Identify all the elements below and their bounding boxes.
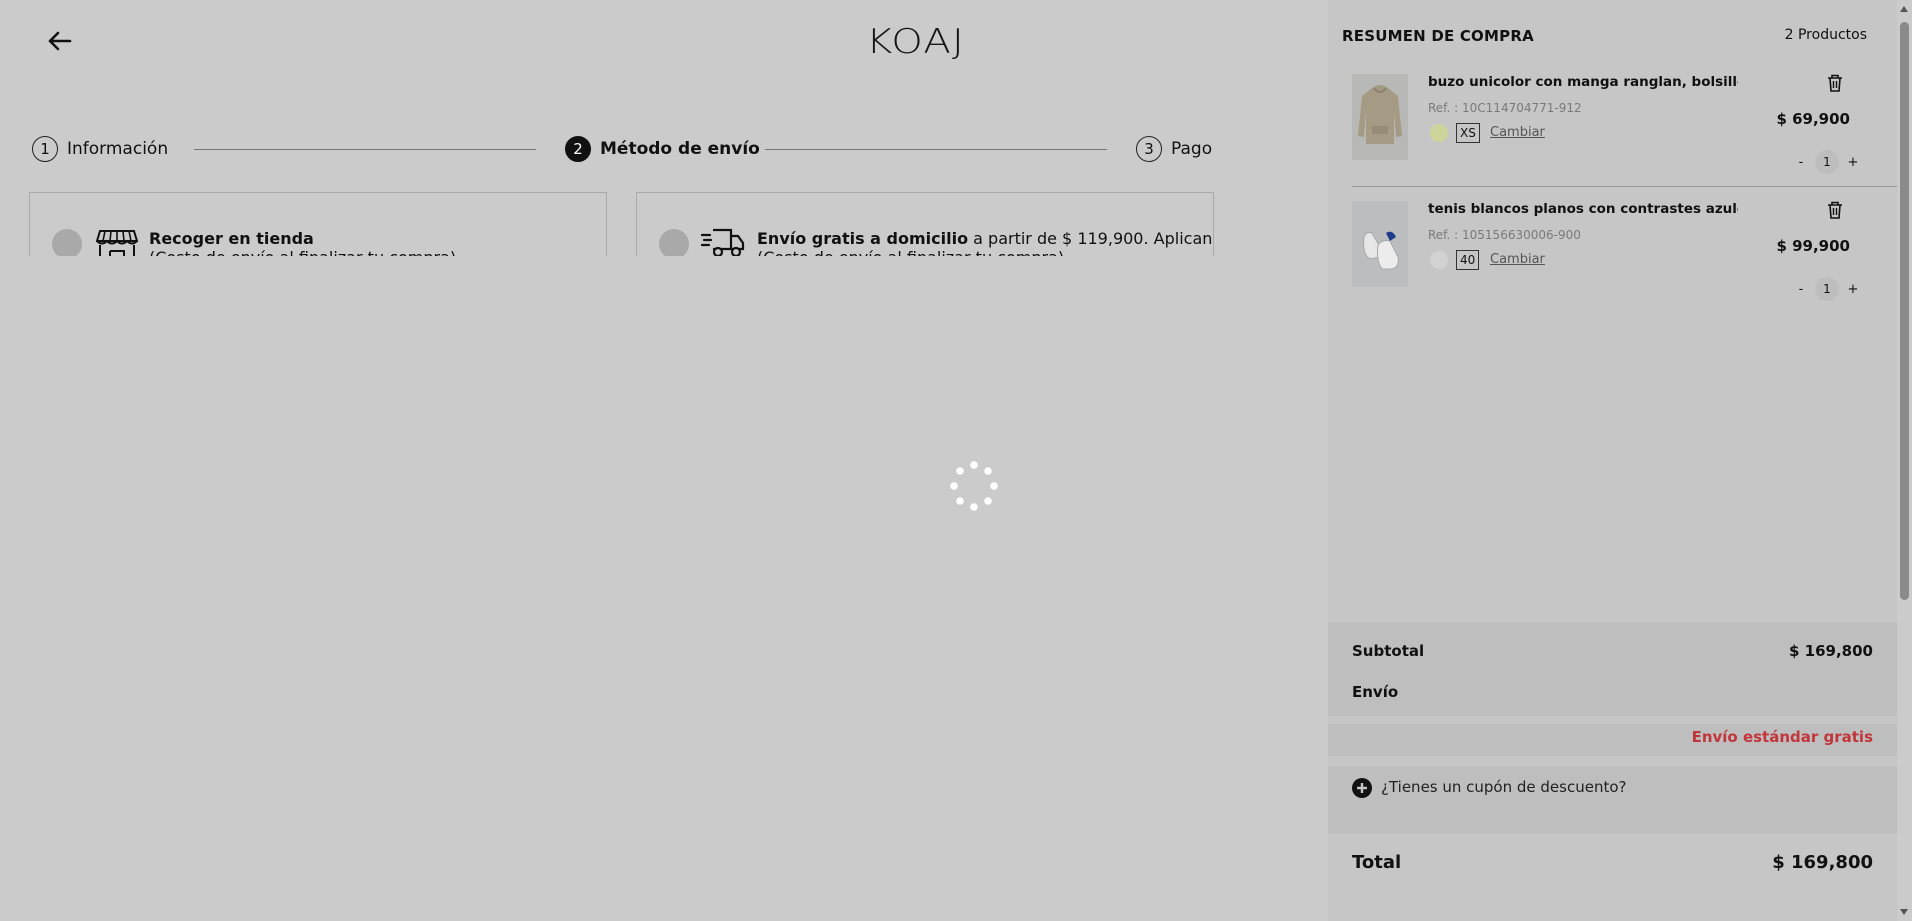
product-ref: Ref. : 10C114704771-912 (1428, 101, 1582, 115)
product-ref: Ref. : 105156630006-900 (1428, 228, 1581, 242)
loading-spinner-icon (950, 461, 998, 511)
option-note: (Costo de envío al finalizar tu compra) (757, 248, 1064, 256)
option-title: Envío gratis a domicilio (757, 229, 969, 248)
koaj-logo[interactable]: KOAJ (866, 22, 965, 62)
back-arrow-icon[interactable] (44, 28, 74, 54)
color-swatch (1430, 251, 1448, 269)
totals-block: Subtotal $ 169,800 Envío (1328, 622, 1897, 716)
step-information[interactable]: 1 Información (32, 136, 168, 162)
quantity-value: 1 (1815, 277, 1839, 301)
total-value: $ 169,800 (1772, 852, 1873, 873)
change-size-link[interactable]: Cambiar (1490, 125, 1545, 140)
decrease-qty-button[interactable]: - (1795, 155, 1807, 170)
step-payment[interactable]: 3 Pago (1136, 136, 1212, 162)
plus-circle-icon (1352, 778, 1372, 798)
increase-qty-button[interactable]: + (1847, 155, 1859, 170)
coupon-label: ¿Tienes un cupón de descuento? (1381, 778, 1627, 796)
step-label: Método de envío (600, 139, 760, 159)
hoodie-image[interactable] (1352, 74, 1408, 160)
product-name[interactable]: tenis blancos planos con contrastes azul… (1428, 201, 1738, 217)
step-label: Información (67, 139, 169, 159)
step-label: Pago (1171, 139, 1213, 159)
shipping-option-store-pickup[interactable]: Recoger en tienda (Costo de envío al fin… (29, 192, 607, 256)
change-size-link[interactable]: Cambiar (1490, 252, 1545, 267)
shipping-label: Envío (1352, 683, 1399, 701)
radio-button[interactable] (52, 229, 82, 256)
decrease-qty-button[interactable]: - (1795, 282, 1807, 297)
shipping-value-row: Envío estándar gratis (1328, 724, 1897, 756)
scrollbar[interactable] (1897, 0, 1912, 921)
option-note: (Costo de envío al finalizar tu compra) (149, 248, 456, 256)
item-divider (1352, 186, 1897, 187)
subtotal-row: Subtotal $ 169,800 (1352, 642, 1873, 660)
increase-qty-button[interactable]: + (1847, 282, 1859, 297)
delivery-truck-icon (701, 228, 745, 256)
shipping-row: Envío (1352, 683, 1873, 701)
scrollbar-thumb[interactable] (1900, 22, 1909, 600)
size-badge: 40 (1456, 250, 1480, 270)
quantity-value: 1 (1815, 150, 1839, 174)
step-shipping-method[interactable]: 2 Método de envío (565, 136, 760, 162)
step-number: 3 (1136, 136, 1162, 162)
quantity-stepper: - 1 + (1795, 277, 1859, 301)
total-label: Total (1352, 852, 1402, 873)
product-price: $ 69,900 (1776, 110, 1850, 128)
product-count: 2 Productos (1784, 27, 1867, 43)
option-title: Recoger en tienda (149, 229, 314, 248)
scroll-down-arrow-icon[interactable] (1900, 909, 1908, 915)
size-badge: XS (1456, 123, 1480, 143)
option-desc: a partir de $ 119,900. Aplican TyC. (973, 229, 1213, 248)
radio-button[interactable] (659, 229, 689, 256)
sneakers-image[interactable] (1352, 201, 1408, 287)
shipping-option-home-delivery[interactable]: Envío gratis a domicilio a partir de $ 1… (636, 192, 1214, 256)
step-connector (765, 149, 1107, 150)
free-shipping-text: Envío estándar gratis (1691, 728, 1873, 746)
option-text: Recoger en tienda (Costo de envío al fin… (149, 229, 456, 256)
summary-title: RESUMEN DE COMPRA (1342, 27, 1534, 45)
product-name[interactable]: buzo unicolor con manga ranglan, bolsill… (1428, 74, 1738, 90)
checkout-steps: 1 Información 2 Método de envío 3 Pago (32, 136, 1212, 164)
cart-item: tenis blancos planos con contrastes azul… (1352, 201, 1897, 311)
subtotal-label: Subtotal (1352, 642, 1425, 660)
color-swatch (1430, 124, 1448, 142)
option-text: Envío gratis a domicilio a partir de $ 1… (757, 229, 1213, 256)
coupon-toggle[interactable]: ¿Tienes un cupón de descuento? (1328, 766, 1897, 834)
total-row: Total $ 169,800 (1352, 852, 1873, 873)
subtotal-value: $ 169,800 (1789, 642, 1873, 660)
step-connector (194, 149, 536, 150)
cart-item: buzo unicolor con manga ranglan, bolsill… (1352, 74, 1897, 184)
product-price: $ 99,900 (1776, 237, 1850, 255)
store-icon (96, 230, 138, 256)
order-summary-panel: RESUMEN DE COMPRA 2 Productos buzo unico… (1328, 0, 1897, 921)
step-number: 2 (565, 136, 591, 162)
scroll-up-arrow-icon[interactable] (1900, 6, 1908, 12)
step-number: 1 (32, 136, 58, 162)
trash-icon[interactable] (1827, 74, 1843, 92)
quantity-stepper: - 1 + (1795, 150, 1859, 174)
trash-icon[interactable] (1827, 201, 1843, 219)
